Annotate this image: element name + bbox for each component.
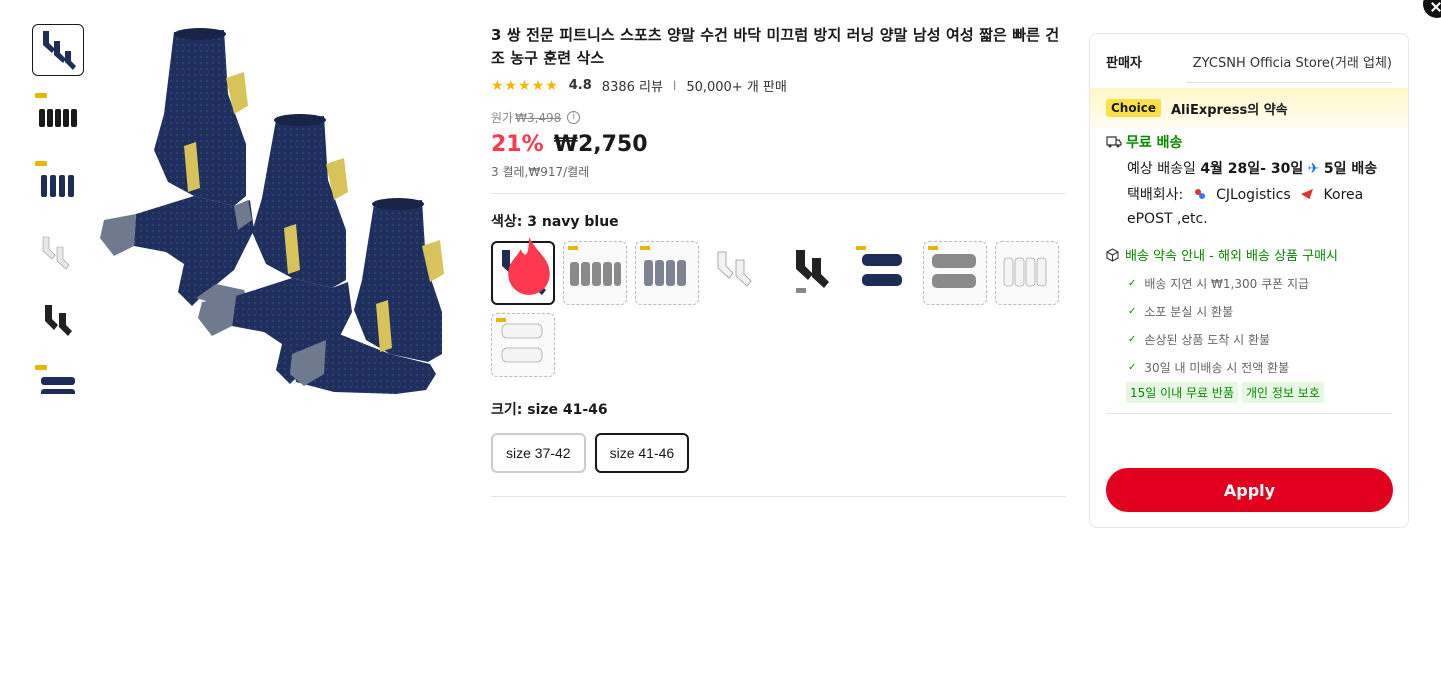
color-option-gray-2[interactable]	[635, 241, 699, 305]
product-quick-view-modal: 3 쌍 전문 피트니스 스포츠 양말 수건 바닥 미끄럼 방지 러닝 양말 남성…	[0, 0, 1441, 681]
cj-logistics-icon	[1194, 189, 1205, 199]
unit-price: 3 켤레,₩917/켤레	[491, 165, 590, 179]
original-price: ₩3,498	[515, 110, 562, 125]
check-icon: ✓	[1128, 278, 1137, 289]
delivery-estimate: 예상 배송일 4월 28일- 30일 ✈ 5일 배송	[1127, 157, 1392, 181]
color-options	[491, 237, 1071, 385]
color-option-white-2[interactable]	[995, 241, 1059, 305]
thumbnail-3[interactable]	[32, 160, 84, 212]
promise-item-text: 배송 지연 시 ₩1,300 쿠폰 지급	[1144, 277, 1310, 291]
promise-item: ✓ 소포 분실 시 환불	[1128, 303, 1392, 320]
star-rating-icon: ★★★★★	[491, 77, 559, 94]
shipping-info: 무료 배송 예상 배송일 4월 28일- 30일 ✈ 5일 배송 택배회사: C…	[1090, 128, 1408, 403]
rating-row: ★★★★★ 4.8 8386 리뷰 | 50,000+ 개 판매	[491, 76, 1066, 96]
seller-row: 판매자 ZYCSNH Officia Store(거래 업체)	[1090, 34, 1408, 88]
size-label: 크기: size 41-46	[491, 402, 608, 418]
choice-banner: Choice AliExpress의 약속	[1090, 88, 1408, 128]
seller-label: 판매자	[1106, 55, 1142, 71]
courier-cj: CJLogistics	[1216, 187, 1291, 203]
color-option-gray-1[interactable]	[563, 241, 627, 305]
discount-percent: 21%	[491, 132, 544, 157]
airplane-icon: ✈	[1307, 161, 1320, 177]
thumbnail-6[interactable]	[32, 364, 84, 394]
sale-price: ₩2,750	[553, 132, 648, 157]
divider	[1186, 82, 1392, 83]
size-option-41-46[interactable]: size 41-46	[594, 433, 690, 473]
promise-title-text: 배송 약속 안내 - 해외 배송 상품 구매시	[1125, 249, 1339, 264]
free-shipping-title: 무료 배송	[1106, 132, 1392, 152]
thumbnail-1[interactable]	[32, 24, 84, 76]
seller-name-link[interactable]: ZYCSNH Officia Store(거래 업체)	[1193, 52, 1392, 71]
courier-label: 택배회사:	[1127, 187, 1184, 203]
size-options: size 37-42 size 41-46	[491, 433, 1066, 473]
price-row: 21% ₩2,750	[491, 132, 1066, 157]
free-shipping-label: 무료 배송	[1126, 135, 1183, 151]
hot-fire-icon	[508, 237, 550, 295]
promise-item: ✓ 손상된 상품 도착 시 환불	[1128, 331, 1392, 348]
product-title: 3 쌍 전문 피트니스 스포츠 양말 수건 바닥 미끄럼 방지 러닝 양말 남성…	[491, 26, 1060, 67]
divider	[491, 193, 1066, 194]
thumbnail-4[interactable]	[32, 228, 84, 280]
apply-button[interactable]: Apply	[1106, 468, 1393, 512]
color-option-white-1[interactable]	[707, 241, 771, 305]
divider	[1106, 413, 1392, 414]
color-option-navy-6[interactable]	[851, 241, 915, 305]
color-option-navy-3[interactable]	[491, 237, 555, 305]
choice-promise-text: AliExpress의 약속	[1170, 102, 1288, 118]
original-price-row: 원가 ₩3,498 i	[491, 109, 1066, 126]
color-option-gray-6[interactable]	[923, 241, 987, 305]
divider	[491, 496, 1066, 497]
promise-item-text: 소포 분실 시 환불	[1144, 305, 1234, 319]
thumbnail-strip[interactable]	[32, 24, 86, 394]
thumbnail-2[interactable]	[32, 92, 84, 144]
courier-info: 택배회사: CJLogistics Korea ePOST ,etc.	[1127, 183, 1392, 231]
promise-item: ✓ 배송 지연 시 ₩1,300 쿠폰 지급	[1128, 275, 1392, 292]
korea-post-icon	[1301, 188, 1314, 200]
info-icon[interactable]: i	[567, 111, 581, 124]
product-details: 3 쌍 전문 피트니스 스포츠 양말 수건 바닥 미끄럼 방지 러닝 양말 남성…	[491, 24, 1066, 497]
separator: |	[672, 80, 677, 91]
privacy-tag: 개인 정보 보호	[1242, 382, 1324, 403]
choice-badge: Choice	[1106, 99, 1161, 117]
cube-icon	[1106, 247, 1119, 262]
truck-icon	[1106, 136, 1122, 148]
promise-item-text: 30일 내 미배송 시 전액 환불	[1144, 361, 1290, 375]
color-option-black[interactable]	[779, 241, 843, 305]
check-icon: ✓	[1128, 334, 1137, 345]
check-icon: ✓	[1128, 362, 1137, 373]
delivery-dates: 4월 28일- 30일	[1200, 161, 1304, 177]
size-option-37-42[interactable]: size 37-42	[491, 433, 586, 473]
delivery-prefix: 예상 배송일	[1127, 161, 1201, 177]
free-return-tag: 15일 이내 무료 반품	[1126, 382, 1238, 403]
review-count-link[interactable]: 8386 리뷰	[602, 76, 663, 95]
delivery-fast: 5일 배송	[1323, 161, 1378, 177]
rating-value: 4.8	[568, 78, 592, 93]
color-option-white-6[interactable]	[491, 313, 555, 377]
thumbnail-5[interactable]	[32, 296, 84, 348]
color-label: 색상: 3 navy blue	[491, 214, 619, 230]
delivery-promise-link[interactable]: 배송 약속 안내 - 해외 배송 상품 구매시	[1106, 245, 1392, 264]
close-icon[interactable]	[1423, 0, 1441, 18]
promise-item-text: 손상된 상품 도착 시 환불	[1144, 333, 1271, 347]
promise-tags: 15일 이내 무료 반품 개인 정보 보호	[1126, 382, 1392, 403]
main-product-image[interactable]	[96, 24, 468, 396]
check-icon: ✓	[1128, 306, 1137, 317]
sold-count: 50,000+ 개 판매	[686, 80, 787, 95]
original-price-label: 원가	[491, 111, 514, 125]
promise-item: ✓ 30일 내 미배송 시 전액 환불	[1128, 359, 1392, 376]
purchase-panel: 판매자 ZYCSNH Officia Store(거래 업체) Choice A…	[1089, 33, 1409, 528]
